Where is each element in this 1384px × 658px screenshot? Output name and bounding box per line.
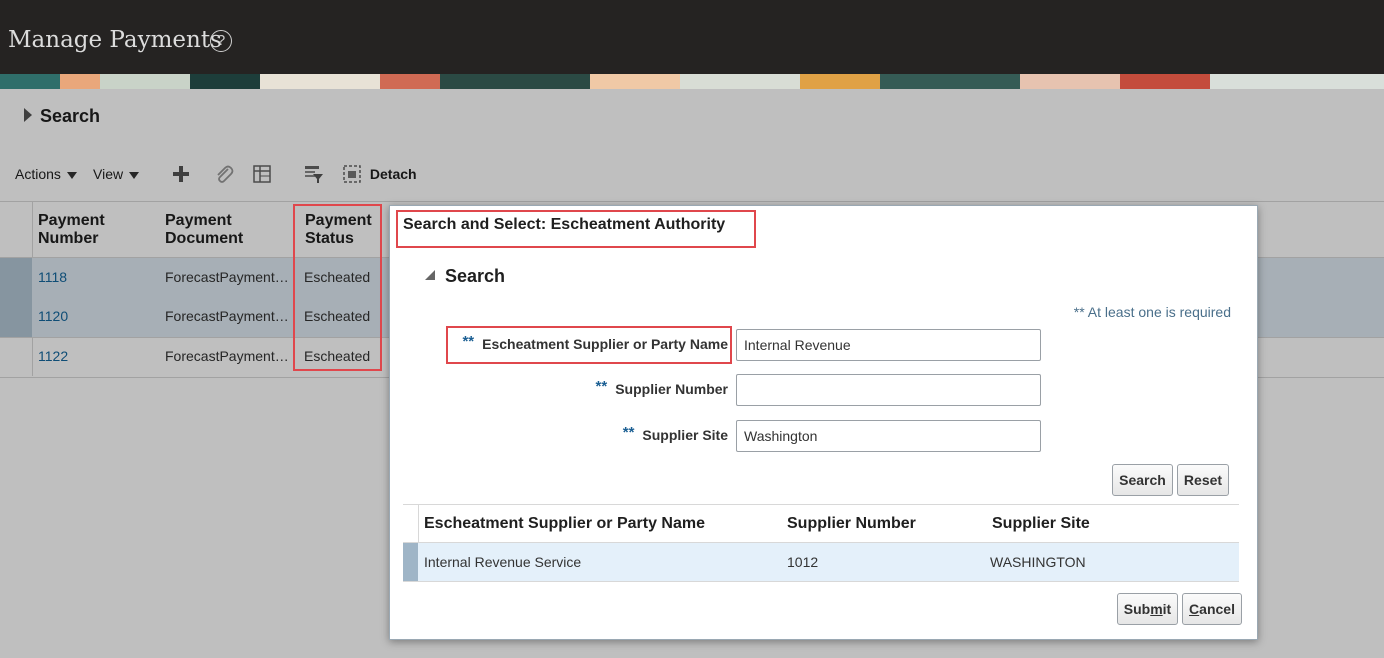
supplier-number-input[interactable] — [736, 374, 1041, 406]
freeze-button[interactable] — [251, 163, 273, 188]
payment-status: Escheated — [304, 308, 371, 324]
dialog-title: Search and Select: Escheatment Authority — [403, 216, 726, 233]
column-header-line: Document — [165, 230, 244, 247]
supplier-number-label: ** Supplier Number — [450, 378, 728, 398]
page-title: Manage Payments — [8, 27, 222, 53]
supplier-site-label-text: Supplier Site — [642, 427, 728, 443]
payment-number-link[interactable]: 1122 — [38, 348, 68, 364]
payment-document: ForecastPayment… — [165, 269, 289, 285]
column-header-payment-status[interactable]: Payment Status — [305, 212, 372, 248]
column-header-line: Number — [38, 230, 99, 247]
row-selector[interactable] — [0, 297, 32, 337]
add-button[interactable] — [171, 164, 191, 187]
column-header-line: Payment — [38, 212, 105, 229]
expand-triangle-icon[interactable] — [24, 108, 32, 123]
party-name-label-text: Escheatment Supplier or Party Name — [482, 336, 728, 352]
row-selector[interactable] — [0, 337, 32, 377]
required-note: ** At least one is required — [1073, 304, 1231, 320]
cancel-button[interactable]: Cancel — [1182, 593, 1242, 625]
payment-status: Escheated — [304, 269, 371, 285]
results-table-row[interactable]: Internal Revenue Service 1012 WASHINGTON — [403, 542, 1239, 582]
search-section-label: Search — [40, 106, 101, 126]
actions-menu[interactable]: Actions — [15, 166, 77, 182]
search-select-dialog: Search and Select: Escheatment Authority… — [389, 205, 1258, 640]
search-section-header[interactable]: Search — [24, 106, 100, 127]
result-supplier-number: 1012 — [787, 554, 819, 570]
chevron-down-icon — [129, 171, 140, 179]
row-selector[interactable] — [0, 258, 32, 298]
chevron-down-icon — [66, 171, 77, 179]
required-marker: ** — [622, 424, 635, 441]
result-supplier-site: WASHINGTON — [990, 554, 1086, 570]
party-name-label: ** Escheatment Supplier or Party Name — [450, 333, 728, 353]
reset-button[interactable]: Reset — [1177, 464, 1229, 496]
supplier-site-label: ** Supplier Site — [450, 424, 728, 444]
payment-number-link[interactable]: 1120 — [38, 308, 68, 324]
payment-document: ForecastPayment… — [165, 308, 289, 324]
submit-label-pre: Sub — [1123, 601, 1151, 617]
submit-button[interactable]: Submit — [1117, 593, 1178, 625]
submit-label-post: it — [1162, 601, 1172, 617]
decorative-banner — [0, 74, 1384, 89]
results-table-header: Escheatment Supplier or Party Name Suppl… — [403, 504, 1239, 543]
column-header-line: Status — [305, 230, 354, 247]
attach-button[interactable] — [213, 164, 235, 189]
detach-icon — [343, 165, 361, 183]
actions-menu-label: Actions — [15, 166, 61, 182]
results-column-party-name[interactable]: Escheatment Supplier or Party Name — [424, 515, 705, 533]
row-selector[interactable] — [403, 543, 418, 581]
submit-label-accel: m — [1150, 601, 1163, 617]
required-marker: ** — [462, 333, 475, 350]
view-menu-label: View — [93, 166, 124, 182]
supplier-site-input[interactable] — [736, 420, 1041, 452]
cancel-label-accel: C — [1189, 601, 1200, 617]
supplier-number-label-text: Supplier Number — [615, 381, 728, 397]
table-freeze-icon — [253, 165, 271, 183]
table-top-divider — [0, 201, 1384, 202]
column-header-line: Payment — [165, 212, 232, 229]
payment-number-link[interactable]: 1118 — [38, 269, 67, 285]
results-column-supplier-number[interactable]: Supplier Number — [787, 515, 916, 533]
dialog-search-section-header[interactable]: Search — [423, 266, 505, 287]
payment-document: ForecastPayment… — [165, 348, 289, 364]
help-icon[interactable]: ? — [210, 30, 232, 52]
result-party-name: Internal Revenue Service — [424, 554, 582, 570]
column-header-payment-number[interactable]: Payment Number — [38, 212, 105, 248]
dialog-search-label: Search — [445, 266, 506, 286]
detach-label: Detach — [369, 166, 417, 182]
collapse-triangle-icon[interactable] — [423, 269, 437, 281]
app-header: Manage Payments ? — [0, 0, 1384, 74]
cancel-label-post: ancel — [1199, 601, 1235, 617]
search-button[interactable]: Search — [1112, 464, 1173, 496]
payment-status: Escheated — [304, 348, 371, 364]
results-selector-divider — [418, 505, 419, 543]
detach-button[interactable]: Detach — [342, 164, 417, 184]
query-by-example-button[interactable] — [303, 163, 325, 188]
view-menu[interactable]: View — [93, 166, 140, 182]
results-column-supplier-site[interactable]: Supplier Site — [992, 515, 1090, 533]
plus-icon — [173, 166, 189, 182]
party-name-input[interactable] — [736, 329, 1041, 361]
filter-icon — [305, 166, 323, 183]
paperclip-icon — [217, 165, 234, 183]
column-header-line: Payment — [305, 212, 372, 229]
required-marker: ** — [595, 378, 608, 395]
column-header-payment-document[interactable]: Payment Document — [165, 212, 243, 248]
